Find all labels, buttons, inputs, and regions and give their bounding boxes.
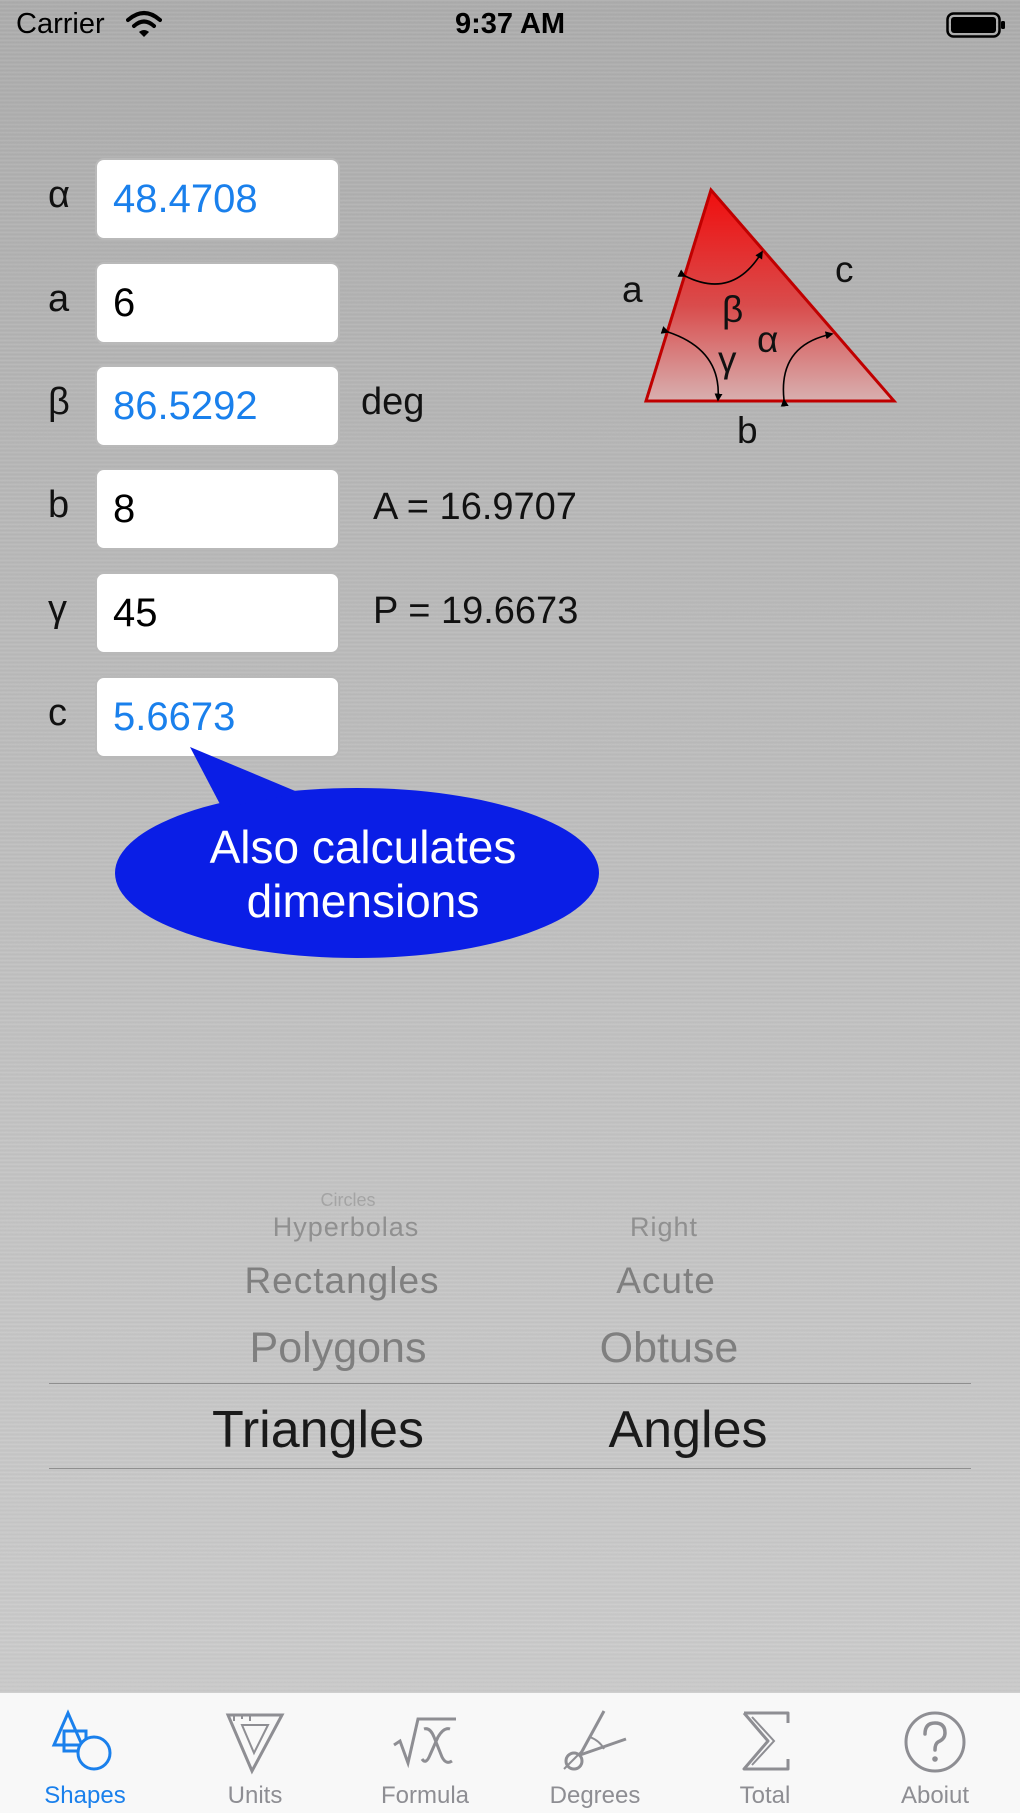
picker-item-rectangles[interactable]: Rectangles: [244, 1260, 439, 1302]
field-row-beta: β 86.5292 deg: [0, 365, 700, 447]
tab-degrees[interactable]: Degrees: [510, 1693, 680, 1813]
unit-label: deg: [361, 381, 425, 423]
diagram-alpha: α: [757, 319, 778, 360]
diagram-side-c: c: [835, 249, 854, 290]
diagram-beta: β: [722, 289, 743, 330]
compass-icon: [563, 1710, 627, 1771]
tab-about[interactable]: Aboiut: [850, 1693, 1020, 1813]
tab-shapes-label: Shapes: [44, 1782, 126, 1809]
perimeter-result: P = 19.6673: [373, 590, 579, 632]
side-a-input[interactable]: 6: [95, 262, 340, 344]
shapes-icon: [51, 1709, 112, 1771]
picker-item-acute[interactable]: Acute: [616, 1260, 716, 1302]
diagram-side-a: a: [622, 269, 643, 310]
picker-item-right[interactable]: Right: [630, 1212, 698, 1243]
beta-label: β: [48, 381, 70, 423]
tab-units-label: Units: [227, 1782, 283, 1809]
alpha-input[interactable]: 48.4708: [95, 158, 340, 240]
picker-selection-bottom-line: [49, 1468, 971, 1469]
tab-shapes[interactable]: Shapes: [0, 1693, 170, 1813]
side-b-label: b: [48, 484, 70, 526]
shape-picker[interactable]: Circles Hyperbolas Rectangles Polygons R…: [0, 1190, 1020, 1490]
tab-bar: Shapes Units Formula Degrees Total Aboiu…: [0, 1692, 1020, 1813]
picker-item-hyperbolas[interactable]: Hyperbolas: [273, 1212, 420, 1243]
side-b-input[interactable]: 8: [95, 468, 340, 550]
battery-icon: [946, 12, 1005, 38]
status-time: 9:37 AM: [454, 8, 566, 40]
area-result: A = 16.9707: [373, 486, 577, 528]
field-row-alpha: α 48.4708: [0, 158, 700, 240]
field-row-a: a 6: [0, 262, 700, 344]
triangle-shape: [643, 186, 898, 403]
picker-item-obtuse[interactable]: Obtuse: [600, 1324, 739, 1373]
field-row-b: b 8 A = 16.9707: [0, 468, 700, 550]
picker-item-polygons[interactable]: Polygons: [250, 1324, 427, 1373]
tab-units[interactable]: Units: [170, 1693, 340, 1813]
side-c-label: c: [48, 692, 67, 734]
field-row-gamma: γ 45 P = 19.6673: [0, 572, 700, 654]
tab-about-label: Aboiut: [900, 1782, 970, 1809]
picker-selected-shape[interactable]: Triangles: [212, 1400, 424, 1460]
tab-formula-label: Formula: [380, 1782, 470, 1809]
question-icon: [904, 1711, 966, 1773]
callout-text: Also calculates dimensions: [118, 820, 608, 928]
diagram-side-b: b: [737, 410, 758, 451]
gamma-input[interactable]: 45: [95, 572, 340, 654]
tab-degrees-label: Degrees: [549, 1782, 641, 1809]
tab-total[interactable]: Total: [680, 1693, 850, 1813]
picker-selected-angle[interactable]: Angles: [609, 1400, 768, 1460]
picker-selection-top-line: [49, 1383, 971, 1384]
sigma-icon: [742, 1711, 790, 1771]
picker-item-circles[interactable]: Circles: [320, 1190, 375, 1211]
set-square-icon: [225, 1713, 285, 1775]
beta-input[interactable]: 86.5292: [95, 365, 340, 447]
diagram-gamma: γ: [718, 339, 737, 380]
side-a-label: a: [48, 278, 70, 320]
formula-icon: [393, 1717, 456, 1769]
tab-formula[interactable]: Formula: [340, 1693, 510, 1813]
callout-line-1: Also calculates: [209, 821, 517, 873]
alpha-label: α: [48, 174, 70, 216]
triangle-diagram: a c b β γ α: [622, 186, 898, 451]
tab-total-label: Total: [739, 1782, 791, 1809]
status-bar: Carrier 9:37 AM: [0, 0, 1020, 50]
gamma-label: γ: [48, 588, 67, 630]
callout-line-2: dimensions: [246, 875, 480, 927]
